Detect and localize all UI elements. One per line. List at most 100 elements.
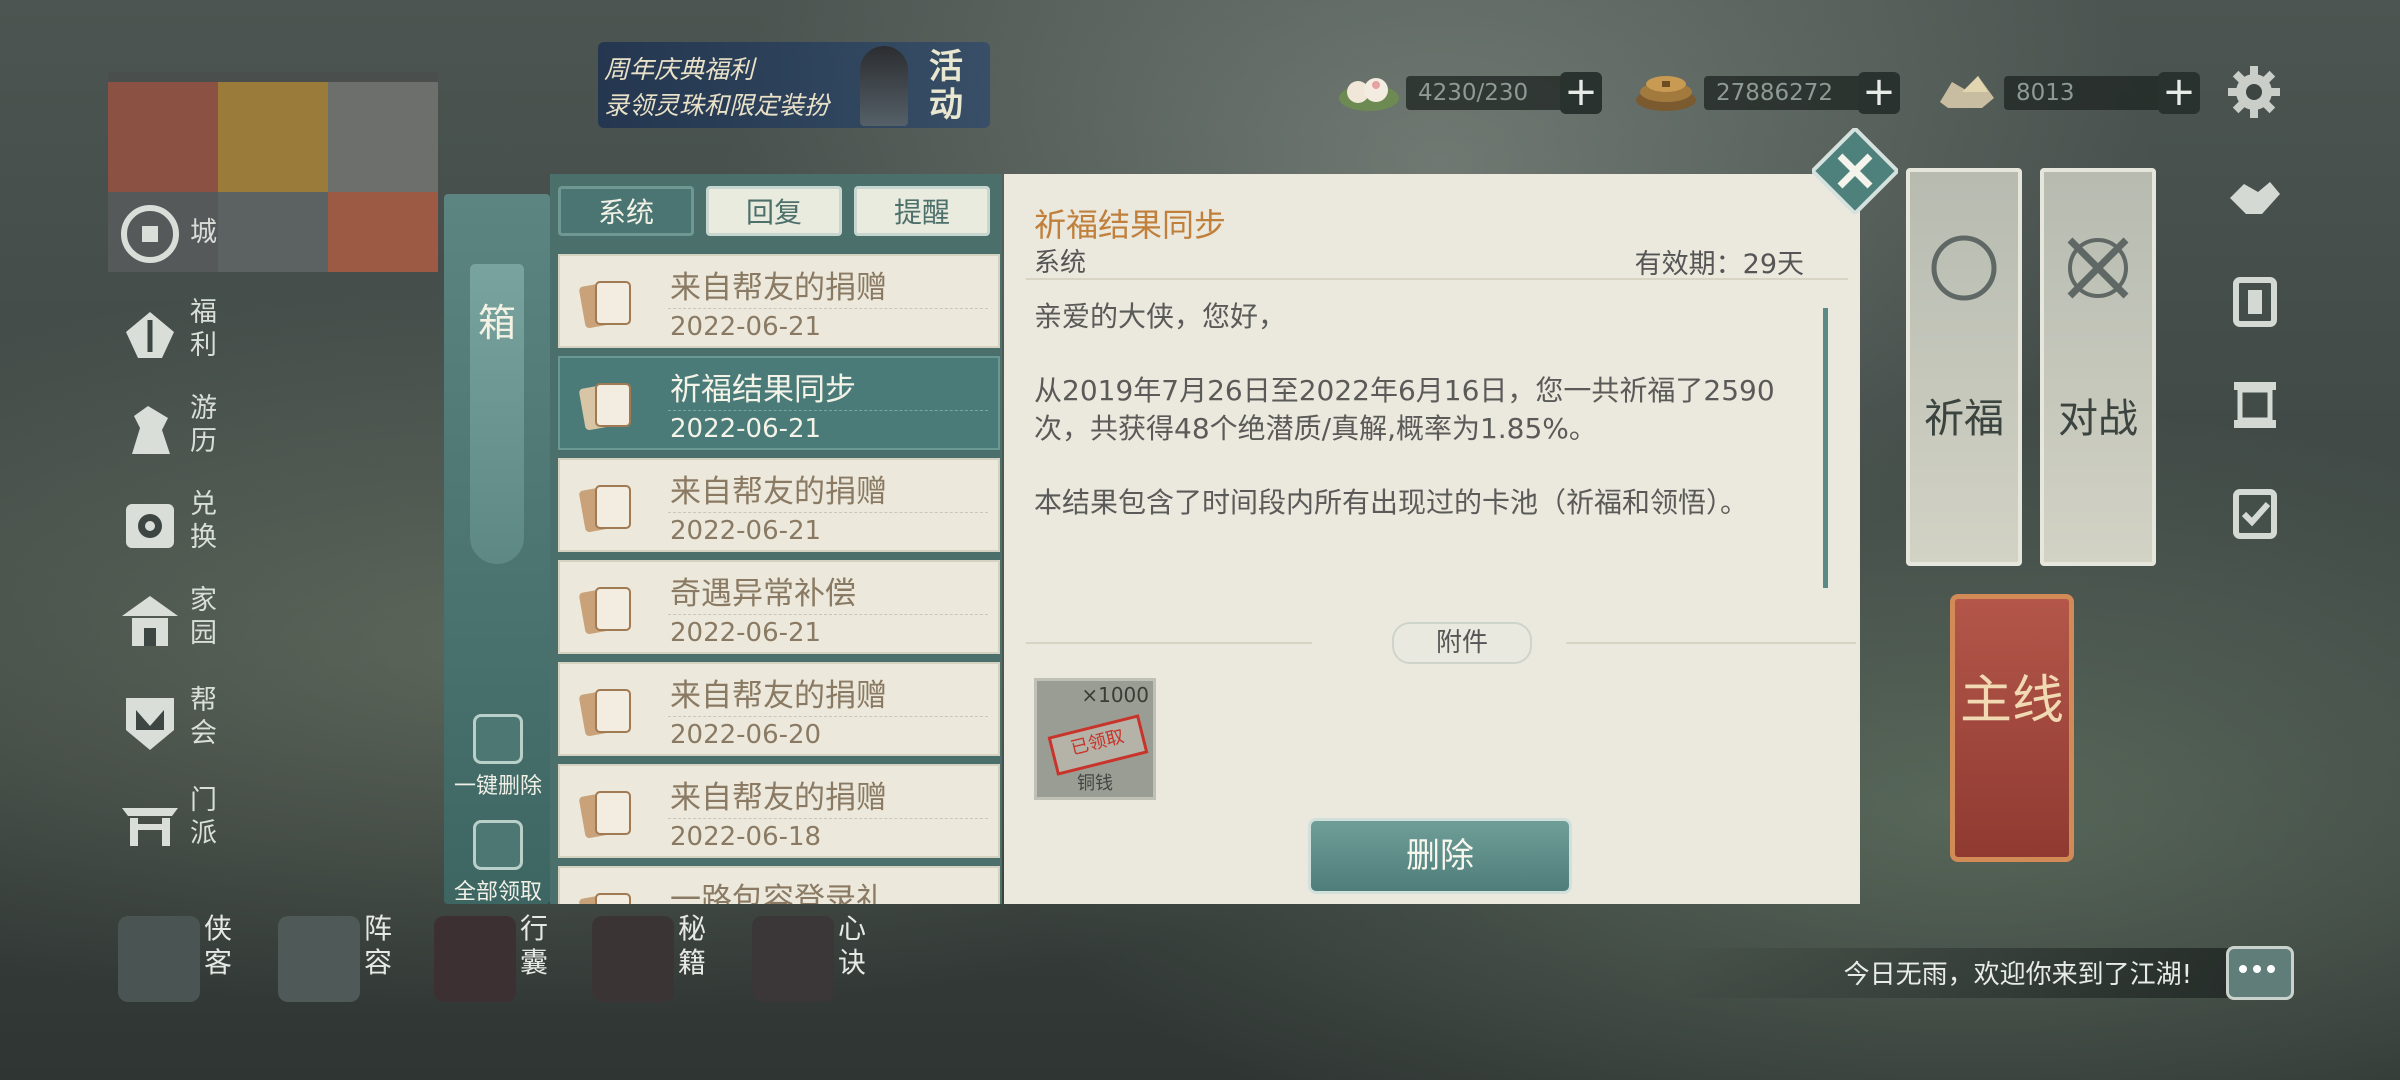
mail-date: 2022-06-20 [670, 720, 822, 750]
mail-card-icon [579, 383, 631, 430]
add-ingots-button[interactable]: + [2158, 72, 2200, 114]
mail-date: 2022-06-21 [670, 618, 822, 648]
chat-bar[interactable]: 今日无雨，欢迎你来到了江湖! [1670, 948, 2288, 998]
battle-card-label: 对战 [2058, 396, 2138, 442]
main-quest-button[interactable]: 主线 [1950, 594, 2074, 862]
formation-icon [278, 916, 360, 1002]
event-character-figure [860, 46, 908, 126]
chat-bubble-icon[interactable] [2226, 946, 2294, 1000]
attachment-name: 铜钱 [1077, 773, 1113, 794]
mail-detail-expiry: 有效期：29天 [1634, 249, 1804, 280]
mail-date: 2022-06-21 [670, 312, 822, 342]
close-icon[interactable] [1812, 128, 1898, 214]
gift-icon [126, 312, 174, 358]
horse-icon [132, 406, 170, 454]
hero-icon [118, 916, 200, 1002]
nav-home[interactable]: 家园 [118, 584, 228, 664]
sect-gate-icon [122, 808, 178, 846]
trash-icon [473, 714, 523, 764]
claim-all-button[interactable]: 全部领取 [448, 820, 548, 906]
banner-icon[interactable] [2226, 376, 2284, 434]
guild-emblem-icon [126, 698, 174, 750]
mail-body-scrollbar[interactable] [1823, 308, 1828, 588]
list-item[interactable]: 来自帮友的捐赠 2022-06-21 [558, 458, 1000, 552]
mailbox-title: 箱 [470, 264, 524, 564]
mail-date: 2022-06-21 [670, 516, 822, 546]
crossed-swords-icon [2067, 237, 2129, 299]
event-banner[interactable]: 周年庆典福利 录领灵珠和限定装扮 活动 [598, 42, 990, 128]
handshake-icon[interactable] [2226, 168, 2284, 226]
tab-reply[interactable]: 回复 [706, 186, 842, 236]
add-coins-button[interactable]: + [1858, 72, 1900, 114]
exchange-icon [126, 504, 174, 548]
flame-icon [752, 916, 834, 1002]
pavilion-icon [122, 596, 178, 646]
delete-all-button[interactable]: 一键删除 [448, 714, 548, 800]
attachment-item-copper-coins[interactable]: ×1000 已领取 铜钱 [1034, 678, 1156, 800]
nav-welfare-label: 福利 [190, 297, 217, 361]
list-item[interactable]: 一路包容登录礼 [558, 866, 1000, 904]
battle-card[interactable]: 对战 [2040, 168, 2156, 566]
list-item[interactable]: 来自帮友的捐赠 2022-06-20 [558, 662, 1000, 756]
tab-reminder[interactable]: 提醒 [854, 186, 990, 236]
mail-card-icon [579, 893, 631, 904]
list-item-selected[interactable]: 祈福结果同步 2022-06-21 [558, 356, 1000, 450]
nav-shop[interactable]: 城 [118, 196, 228, 276]
mail-subject: 一路包容登录礼 [670, 882, 887, 904]
event-tag: 活动 [929, 47, 963, 125]
mail-greeting: 亲爱的大侠，您好， [1034, 300, 1287, 333]
mail-detail-body: 亲爱的大侠，您好， 从2019年7月26日至2022年6月16日，您一共祈福了2… [1034, 298, 1804, 558]
prayer-emblem-icon [1931, 235, 1997, 301]
ingots-value: 8013 [2004, 76, 2166, 110]
mail-detail-sender: 系统 [1034, 248, 1087, 278]
claim-icon [473, 820, 523, 870]
copper-coins-icon [1636, 76, 1696, 111]
mailbox-side-panel: 箱 一键删除 全部领取 [444, 194, 550, 906]
nav-bag-label: 行囊 [520, 912, 549, 979]
mail-card-icon [579, 587, 631, 634]
nav-travel[interactable]: 游历 [118, 392, 228, 472]
nav-travel-label: 游历 [190, 393, 217, 457]
prayer-card-label: 祈福 [1924, 396, 2004, 442]
chat-message: 今日无雨，欢迎你来到了江湖! [1843, 960, 2192, 990]
nav-shop-label: 城 [190, 217, 217, 248]
delete-all-label: 一键删除 [453, 774, 542, 799]
scroll-icon[interactable] [2226, 272, 2284, 330]
nav-sect[interactable]: 门派 [118, 784, 228, 864]
nav-exchange-label: 兑换 [190, 489, 217, 553]
gear-icon[interactable] [2226, 64, 2282, 120]
list-item[interactable]: 来自帮友的捐赠 2022-06-21 [558, 254, 1000, 348]
nav-guild[interactable]: 帮会 [118, 684, 228, 764]
claimed-stamp: 已领取 [1047, 714, 1149, 776]
event-banner-line1: 周年庆典福利 [604, 55, 755, 84]
mail-subject: 来自帮友的捐赠 [670, 270, 887, 306]
shop-icon [121, 205, 179, 263]
mail-subject: 奇遇异常补偿 [670, 576, 856, 612]
mail-card-icon [579, 791, 631, 838]
nav-welfare[interactable]: 福利 [118, 296, 228, 376]
silver-ingot-icon [1940, 76, 1994, 108]
nav-exchange[interactable]: 兑换 [118, 488, 228, 568]
list-item[interactable]: 奇遇异常补偿 2022-06-21 [558, 560, 1000, 654]
mail-subject: 来自帮友的捐赠 [670, 780, 887, 816]
nav-mind-art-label: 心诀 [838, 912, 867, 979]
mail-date: 2022-06-18 [670, 822, 822, 852]
mail-date: 2022-06-21 [670, 414, 822, 444]
mail-detail-panel: 祈福结果同步 系统 有效期：29天 亲爱的大侠，您好， 从2019年7月26日至… [1004, 174, 1860, 904]
coins-value: 27886272 [1704, 76, 1866, 110]
checklist-icon[interactable] [2226, 484, 2284, 542]
mail-tabs: 系统 回复 提醒 [558, 180, 1002, 236]
tab-system[interactable]: 系统 [558, 186, 694, 236]
add-stamina-button[interactable]: + [1560, 72, 1602, 114]
delete-button[interactable]: 删除 [1308, 818, 1572, 894]
list-item[interactable]: 来自帮友的捐赠 2022-06-18 [558, 764, 1000, 858]
prayer-card[interactable]: 祈福 [1906, 168, 2022, 566]
nav-guild-label: 帮会 [190, 685, 217, 749]
mail-subject: 祈福结果同步 [670, 372, 856, 408]
peach-bun-icon [1339, 78, 1399, 111]
nav-heroes-label: 侠客 [204, 912, 233, 979]
event-banner-line2: 录领灵珠和限定装扮 [604, 91, 830, 120]
nav-sect-label: 门派 [190, 785, 217, 849]
nav-home-label: 家园 [190, 585, 217, 649]
attachment-divider: 附件 [1026, 622, 1856, 664]
